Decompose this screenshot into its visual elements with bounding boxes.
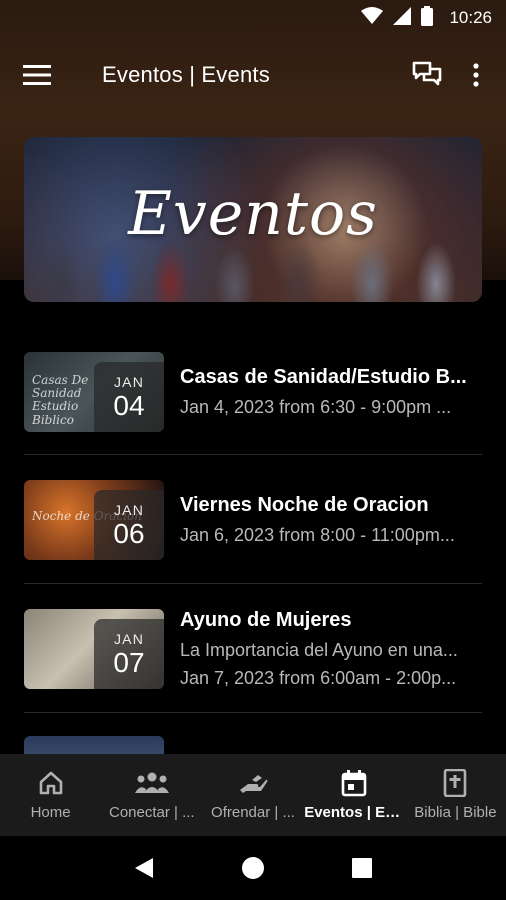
date-badge: JAN 06 [94,490,164,560]
date-badge: JAN 07 [94,619,164,689]
event-title: Viernes Noche de Oracion [180,494,429,516]
giving-hand-icon [238,768,268,798]
event-thumbnail: JAN 07 [24,609,164,689]
nav-label: Eventos | Ev... [304,804,405,821]
nav-label: Biblia | Bible [414,804,497,821]
bible-icon [443,768,467,798]
event-datetime: Jan 4, 2023 from 6:30 - 9:00pm ... [180,397,452,417]
date-day: 04 [113,389,145,421]
event-datetime: Jan 7, 2023 from 6:00am - 2:00p... [180,668,457,688]
event-list-item[interactable]: Noche de Oracion JAN 06 Viernes Noche de… [24,455,482,584]
battery-icon [421,5,434,31]
date-badge: JAN 04 [94,362,164,432]
status-time: 10:26 [449,8,492,27]
event-thumbnail: Noche de Oracion JAN 06 [24,480,164,560]
wifi-icon [361,6,384,30]
nav-label: Home [30,804,71,821]
nav-item-home[interactable]: Home [0,754,101,836]
system-navigation-bar [0,836,506,900]
date-day: 06 [113,517,145,549]
nav-item-ofrendar[interactable]: Ofrendar | ... [202,754,303,836]
event-list-item[interactable]: Casas De Sanidad Estudio Biblico JAN 04 … [24,344,482,455]
events-banner-image: Eventos [24,137,482,302]
event-text: Casas de Sanidad/Estudio B... Jan 4, 202… [180,366,482,418]
date-month: JAN [113,373,145,390]
event-text: Viernes Noche de Oracion Jan 6, 2023 fro… [180,494,482,546]
bottom-navigation: Home Conectar | ... Ofrendar | ... Event… [0,754,506,836]
event-title: Casas de Sanidad/Estudio B... [180,366,467,388]
page-title: Eventos | Events [102,62,270,87]
recents-icon[interactable] [342,848,382,888]
event-datetime: Jan 6, 2023 from 8:00 - 11:00pm... [180,525,455,545]
nav-label: Ofrendar | ... [211,804,295,821]
event-title: Ayuno de Mujeres [180,609,352,631]
nav-item-eventos[interactable]: Eventos | Ev... [304,754,405,836]
nav-label: Conectar | ... [109,804,195,821]
home-circle-icon[interactable] [233,848,273,888]
event-text: Ayuno de Mujeres La Importancia del Ayun… [180,609,482,689]
date-month: JAN [113,501,145,518]
event-list-item[interactable]: JAN 07 Ayuno de Mujeres La Importancia d… [24,584,482,713]
people-icon [134,768,170,798]
calendar-icon [341,768,367,798]
date-day: 07 [113,646,145,678]
chat-icon[interactable] [402,44,452,106]
status-bar: 10:26 [0,0,506,36]
hamburger-menu-icon[interactable] [0,44,80,106]
app-bar: Eventos | Events [0,44,506,106]
signal-icon [393,6,412,30]
banner-title: Eventos [128,178,378,249]
date-month: JAN [113,630,145,647]
more-vert-icon[interactable] [452,44,500,106]
home-icon [37,768,65,798]
event-thumbnail: Casas De Sanidad Estudio Biblico JAN 04 [24,352,164,432]
event-list: Casas De Sanidad Estudio Biblico JAN 04 … [24,344,482,713]
event-thumbnail-partial[interactable] [24,736,164,756]
event-description: La Importancia del Ayuno en una... [180,640,458,660]
nav-item-biblia[interactable]: Biblia | Bible [405,754,506,836]
back-icon[interactable] [124,848,164,888]
nav-item-conectar[interactable]: Conectar | ... [101,754,202,836]
